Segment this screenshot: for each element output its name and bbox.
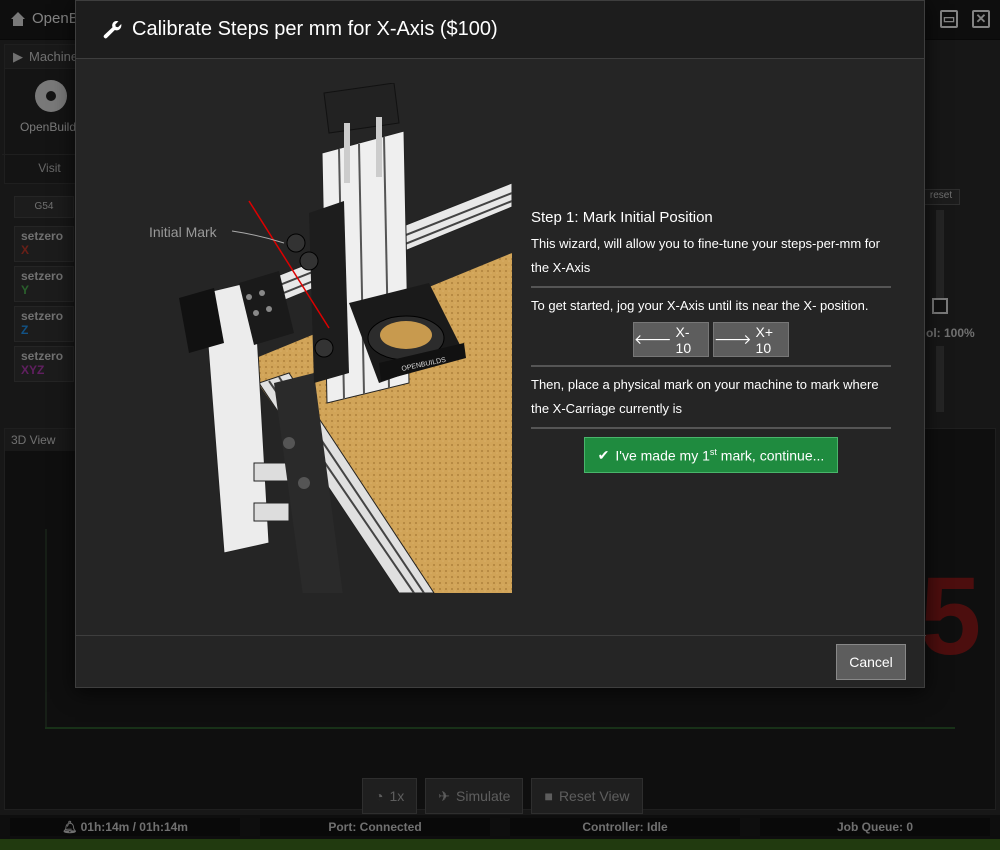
continue-button[interactable]: ✔ I've made my 1st mark, continue... — [584, 437, 838, 473]
dialog-title: Calibrate Steps per mm for X-Axis ($100) — [132, 18, 498, 40]
dialog-footer: Cancel — [76, 635, 926, 689]
jog-instruction: To get started, jog your X-Axis until it… — [531, 298, 869, 313]
machine-illustration: OPENBUILDS Initial Mark — [149, 83, 512, 593]
illustration-label: Initial Mark — [149, 224, 218, 240]
divider — [531, 286, 891, 288]
cancel-button[interactable]: Cancel — [836, 644, 906, 680]
jog-x-plus-button[interactable]: 🡒 X+ 10 — [713, 322, 789, 357]
dialog-header: Calibrate Steps per mm for X-Axis ($100) — [76, 1, 924, 59]
jog-x-minus-button[interactable]: 🡐 X- 10 — [633, 322, 709, 357]
arrow-left-icon: 🡐 — [634, 331, 672, 347]
step-panel: Step 1: Mark Initial Position This wizar… — [531, 209, 891, 473]
divider — [531, 365, 891, 367]
arrow-right-icon: 🡒 — [714, 331, 752, 347]
mark-instruction: Then, place a physical mark on your mach… — [531, 377, 879, 416]
step-title: Step 1: Mark Initial Position — [531, 209, 713, 226]
intro-text: This wizard, will allow you to fine-tune… — [531, 236, 880, 275]
divider — [531, 427, 891, 429]
dialog-body: OPENBUILDS Initial Mark Step 1: Mark Ini… — [76, 59, 926, 635]
wrench-icon — [103, 20, 122, 38]
calibrate-dialog: Calibrate Steps per mm for X-Axis ($100) — [75, 0, 926, 689]
check-icon: ✔ — [597, 446, 610, 463]
